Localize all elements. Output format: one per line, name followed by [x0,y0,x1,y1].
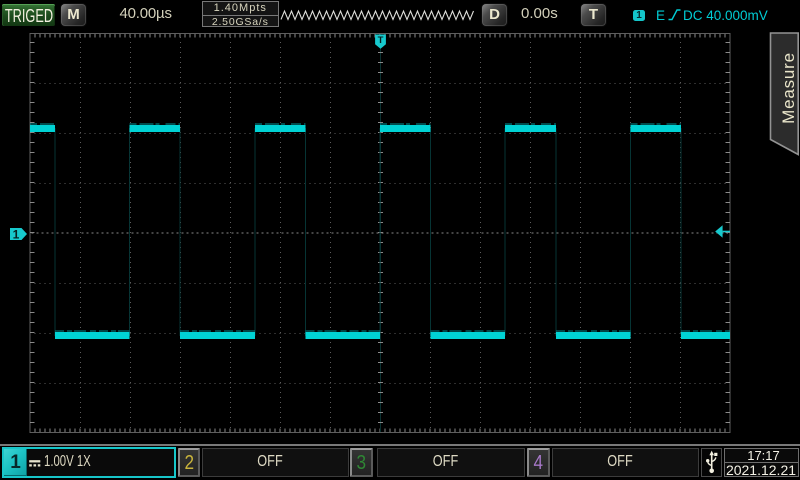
svg-text:Measure: Measure [779,52,798,124]
